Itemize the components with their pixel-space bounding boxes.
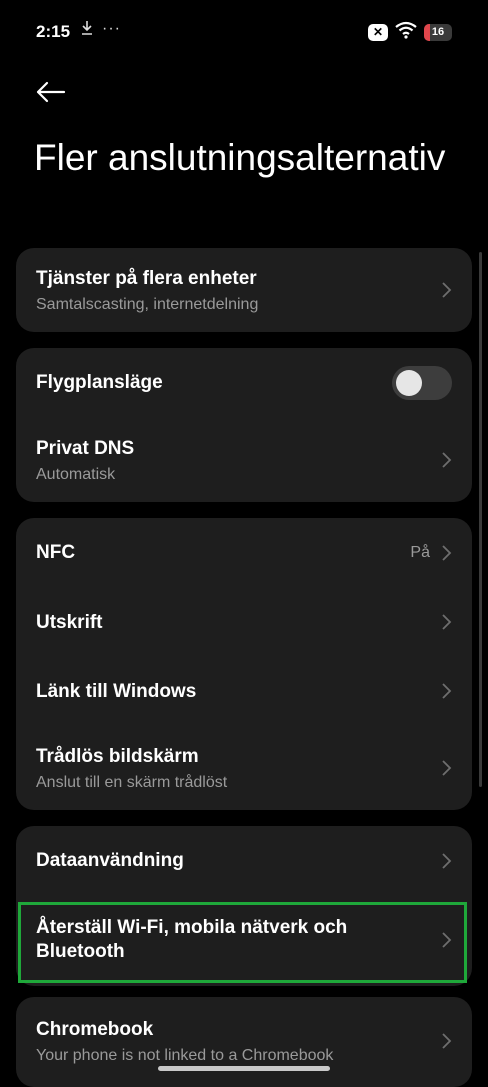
settings-card-4: Dataanvändning Återställ Wi-Fi, mobila n… (16, 826, 472, 986)
chevron-right-icon (442, 683, 452, 699)
row-subtitle: Anslut till en skärm trådlöst (36, 774, 228, 791)
row-reset-network[interactable]: Återställ Wi-Fi, mobila nätverk och Blue… (16, 902, 472, 986)
row-label: Länk till Windows (36, 681, 197, 702)
row-label: Chromebook (36, 1019, 154, 1040)
settings-card-5: Chromebook Your phone is not linked to a… (16, 997, 472, 1087)
back-button[interactable] (30, 74, 70, 110)
row-label: Dataanvändning (36, 850, 184, 871)
row-nfc[interactable]: NFC På (16, 518, 472, 588)
chevron-right-icon (442, 853, 452, 869)
chevron-right-icon (442, 932, 452, 948)
chevron-right-icon (442, 452, 452, 468)
chevron-right-icon (442, 614, 452, 630)
row-label: Trådlös bildskärm (36, 746, 199, 767)
status-bar: 2:15 ··· ✕ 16 (0, 0, 488, 64)
chevron-right-icon (442, 760, 452, 776)
row-label: Tjänster på flera enheter (36, 268, 257, 289)
no-sim-icon: ✕ (368, 23, 388, 41)
row-subtitle: Your phone is not linked to a Chromebook (36, 1047, 334, 1064)
arrow-left-icon (36, 81, 66, 103)
row-airplane-mode[interactable]: Flygplansläge (16, 348, 472, 418)
download-icon (80, 20, 94, 41)
settings-card-1: Tjänster på flera enheter Samtalscasting… (16, 248, 472, 332)
battery-icon: 16 (424, 23, 452, 41)
wifi-icon (394, 21, 418, 44)
row-label: NFC (36, 542, 76, 563)
row-label: Privat DNS (36, 438, 135, 459)
row-value: På (410, 544, 430, 561)
row-printing[interactable]: Utskrift (16, 588, 472, 657)
chevron-right-icon (442, 1033, 452, 1049)
settings-card-3: NFC På Utskrift Länk till Windows Trådlö… (16, 518, 472, 810)
row-subtitle: Samtalscasting, internetdelning (36, 296, 259, 313)
row-link-to-windows[interactable]: Länk till Windows (16, 657, 472, 726)
row-private-dns[interactable]: Privat DNS Automatisk (16, 418, 472, 502)
toggle-knob (396, 370, 422, 396)
scrollbar[interactable] (479, 252, 482, 787)
battery-level: 16 (431, 26, 445, 38)
row-data-usage[interactable]: Dataanvändning (16, 826, 472, 896)
row-subtitle: Automatisk (36, 466, 116, 483)
chevron-right-icon (442, 282, 452, 298)
row-wireless-display[interactable]: Trådlös bildskärm Anslut till en skärm t… (16, 726, 472, 810)
more-notifications-icon: ··· (102, 20, 121, 37)
row-label: Återställ Wi-Fi, mobila nätverk och Blue… (36, 917, 348, 962)
row-label: Utskrift (36, 612, 103, 633)
airplane-mode-toggle[interactable] (392, 366, 452, 400)
row-multi-device-services[interactable]: Tjänster på flera enheter Samtalscasting… (16, 248, 472, 332)
settings-card-2: Flygplansläge Privat DNS Automatisk (16, 348, 472, 502)
page-title: Fler anslutningsalternativ (34, 137, 446, 178)
status-icons: ✕ 16 (368, 21, 452, 44)
home-indicator[interactable] (158, 1066, 330, 1071)
row-label: Flygplansläge (36, 372, 163, 393)
status-time: 2:15 (36, 22, 71, 41)
chevron-right-icon (442, 545, 452, 561)
